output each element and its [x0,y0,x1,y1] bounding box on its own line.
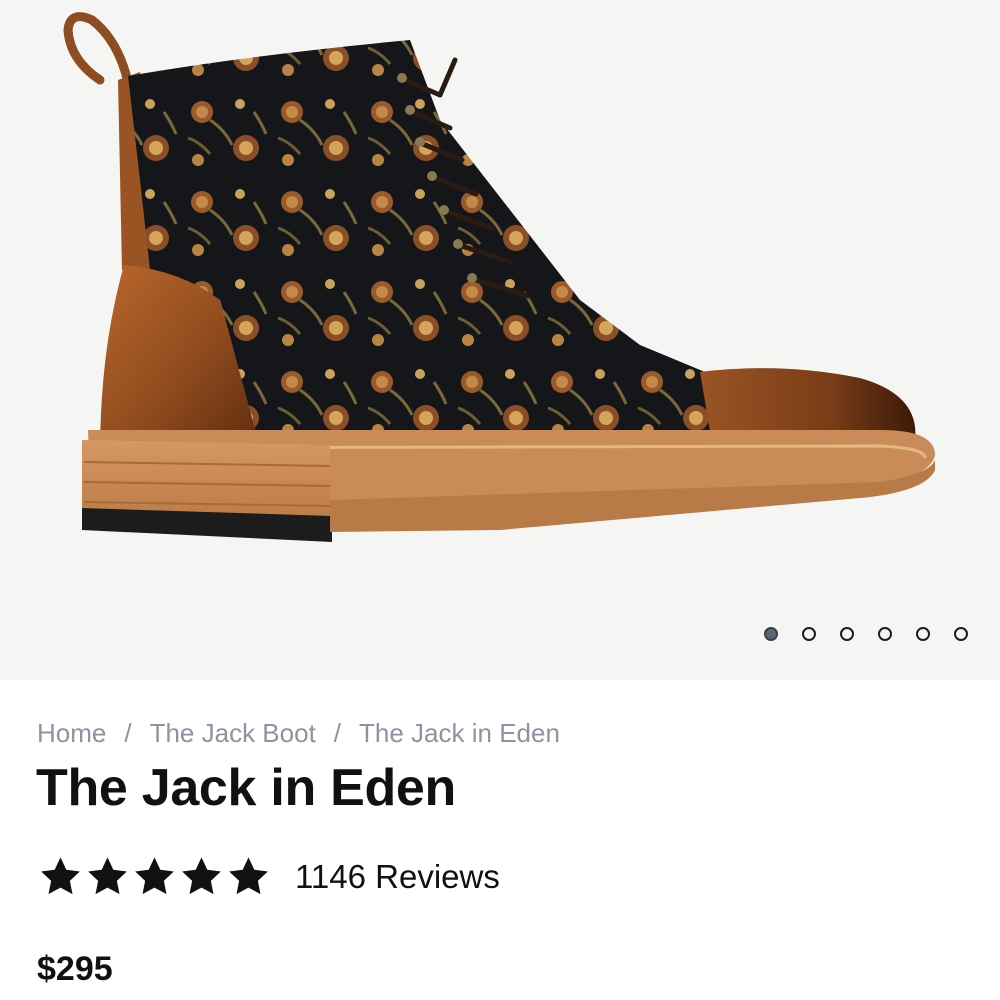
gallery-dot-2[interactable] [802,627,816,641]
breadcrumb: Home / The Jack Boot / The Jack in Eden [37,718,560,749]
product-title: The Jack in Eden [36,759,457,817]
product-rating: 1146 Reviews [38,854,500,899]
star-icon [135,857,174,895]
product-image-gallery[interactable] [0,0,1000,680]
star-rating[interactable] [38,854,271,899]
breadcrumb-separator: / [124,718,132,748]
gallery-dot-3[interactable] [840,627,854,641]
breadcrumb-collection-link[interactable]: The Jack Boot [150,718,316,749]
breadcrumb-home-link[interactable]: Home [37,718,106,749]
boot-product-image [63,12,935,542]
gallery-pagination [764,627,968,641]
reviews-count-link[interactable]: 1146 Reviews [295,858,500,896]
star-icon [182,857,221,895]
breadcrumb-current-page[interactable]: The Jack in Eden [359,718,560,749]
star-icon [41,857,80,895]
gallery-dot-6[interactable] [954,627,968,641]
gallery-dot-4[interactable] [878,627,892,641]
product-price: $295 [37,950,113,988]
star-icon [229,857,268,895]
star-icon [88,857,127,895]
gallery-dot-1[interactable] [764,627,778,641]
breadcrumb-separator: / [333,718,342,748]
product-page: Home / The Jack Boot / The Jack in Eden … [0,0,1000,1000]
gallery-dot-5[interactable] [916,627,930,641]
